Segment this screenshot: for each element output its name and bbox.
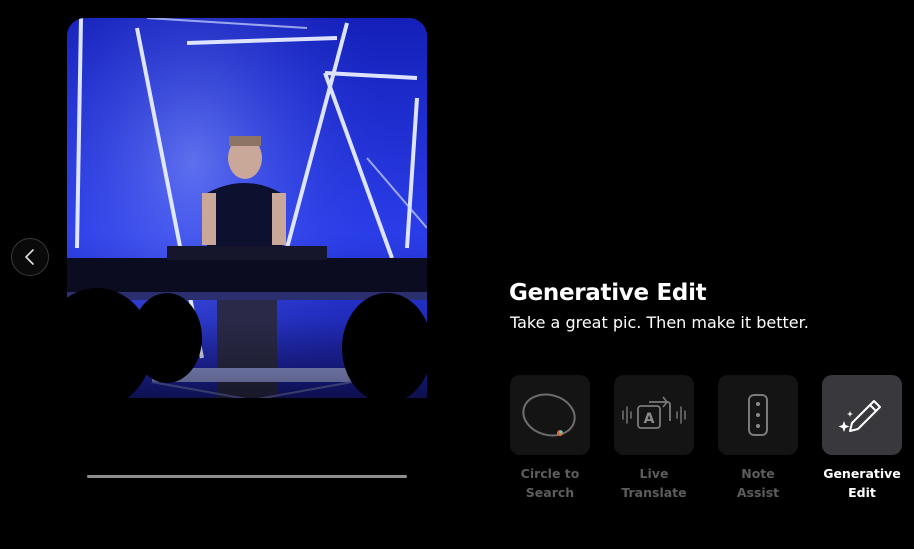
svg-text:A: A (644, 411, 655, 427)
dj-stage-photo (67, 18, 427, 498)
circle-search-icon (522, 393, 576, 437)
tab-icon-box: A (614, 375, 694, 455)
translate-icon: A (622, 396, 686, 429)
feature-image-card (67, 18, 427, 498)
tab-label: Circle to Search (520, 466, 580, 500)
chevron-left-icon (25, 249, 34, 265)
feature-title: Generative Edit (509, 280, 707, 306)
sparkle-pencil-icon (838, 400, 881, 432)
tab-label: Note Assist (736, 466, 780, 500)
tab-circle-to-search[interactable]: Circle to Search (510, 375, 590, 502)
tab-label: Generative Edit (823, 466, 901, 500)
previous-slide-button[interactable] (11, 238, 49, 276)
tab-live-translate[interactable]: A Live Translate (614, 375, 694, 502)
tab-note-assist[interactable]: Note Assist (718, 375, 798, 502)
carousel-progress-fill (87, 475, 407, 478)
note-icon (748, 394, 768, 436)
carousel-progress-bar[interactable] (87, 475, 407, 478)
tab-label: Live Translate (621, 466, 687, 500)
tab-generative-edit[interactable]: Generative Edit (822, 375, 902, 502)
feature-subtitle: Take a great pic. Then make it better. (510, 313, 809, 332)
tab-icon-box (510, 375, 590, 455)
tab-icon-box (822, 375, 902, 455)
tab-icon-box (718, 375, 798, 455)
